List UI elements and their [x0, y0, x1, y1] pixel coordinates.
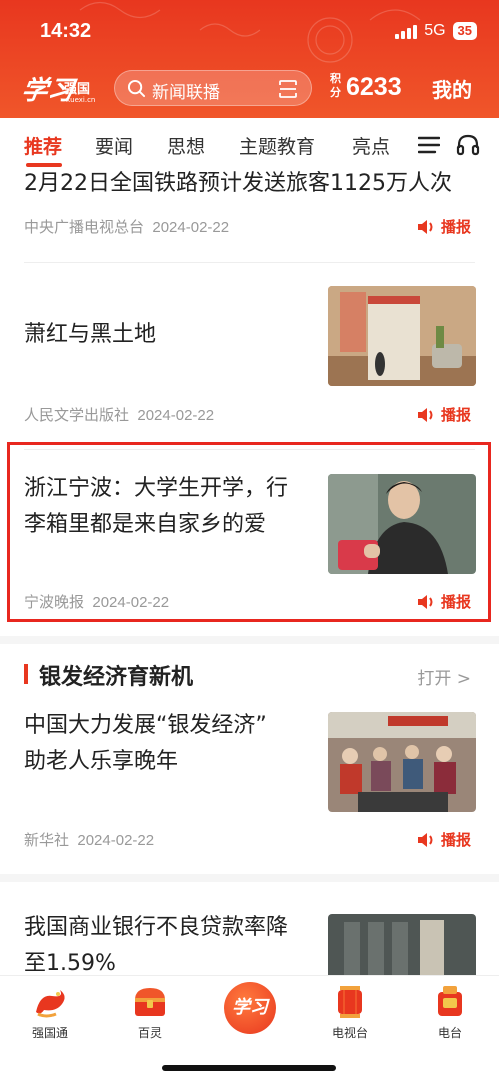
scan-icon[interactable]	[278, 79, 298, 99]
book-cover-image	[328, 286, 476, 386]
home-indicator[interactable]	[162, 1065, 336, 1071]
elderly-photo	[328, 712, 476, 812]
tab-recommend[interactable]: 推荐	[24, 132, 62, 159]
section-open-link[interactable]: 打开 >	[417, 664, 471, 689]
book-cover-thumbnail	[328, 286, 476, 386]
app-header: 14:32 5G 35 学习 强国 xuexi.cn 新闻联播 积分 6233 …	[0, 0, 499, 118]
article-title-line1: 中国大力发展“银发经济”	[24, 713, 267, 738]
section-accent-bar	[24, 664, 28, 684]
section-gap	[0, 874, 499, 882]
nav-label: 电视台	[331, 1026, 368, 1040]
points-value: 6233	[346, 73, 402, 101]
article-source: 新华社	[24, 832, 70, 849]
tab-highlights[interactable]: 亮点	[352, 132, 390, 159]
tab-news[interactable]: 要闻	[95, 132, 133, 159]
speaker-icon	[417, 594, 433, 609]
nav-bailing[interactable]: 百灵	[110, 982, 190, 1040]
article-meta: 宁波晚报 2024-02-22	[24, 591, 169, 612]
article-date: 2024-02-22	[152, 219, 230, 236]
menu-icon[interactable]	[418, 135, 440, 155]
article-title: 2月22日全国铁路预计发送旅客1125万人次	[24, 171, 452, 196]
bank-photo	[328, 914, 476, 975]
logo-sub: xuexi.cn	[66, 96, 96, 104]
tab-theme-education[interactable]: 主题教育	[239, 132, 315, 159]
nav-label: 强国通	[31, 1026, 68, 1040]
section-gap	[0, 636, 499, 644]
speaker-icon	[417, 407, 433, 422]
speaker-icon	[417, 219, 433, 234]
article-date: 2024-02-22	[92, 594, 170, 611]
network-type: 5G	[424, 22, 446, 39]
signal-icon	[395, 23, 418, 39]
article-title-line2: 李箱里都是来自家乡的爱	[24, 512, 267, 537]
student-thumbnail	[328, 474, 476, 574]
category-tabs: 推荐 要闻 思想 主题教育 亮点	[0, 118, 499, 170]
play-label: 播报	[440, 831, 471, 849]
news-feed[interactable]: 2月22日全国铁路预计发送旅客1125万人次 中央广播电视总台 2024-02-…	[0, 170, 499, 975]
xuexi-center-button[interactable]: 学习	[224, 982, 276, 1034]
section-title: 银发经济育新机	[39, 665, 194, 690]
nav-qiangguotong[interactable]: 强国通	[10, 982, 90, 1040]
article-title-line2: 至1.59%	[24, 951, 116, 975]
student-photo	[328, 474, 476, 574]
article-source: 宁波晚报	[24, 594, 85, 611]
mine-button[interactable]: 我的	[432, 74, 472, 103]
points-label: 积分	[330, 72, 341, 99]
article-title-line1: 我国商业银行不良贷款率降	[24, 915, 289, 940]
play-label: 播报	[440, 593, 471, 611]
battery-icon: 35	[452, 22, 477, 40]
status-bar: 14:32 5G 35	[0, 18, 499, 46]
article-meta: 新华社 2024-02-22	[24, 829, 154, 850]
search-bar[interactable]: 新闻联播	[114, 70, 312, 106]
article-meta: 中央广播电视总台 2024-02-22	[24, 216, 229, 237]
divider	[24, 262, 475, 263]
app-logo[interactable]: 学习 强国 xuexi.cn	[20, 70, 96, 107]
play-label: 播报	[440, 406, 471, 424]
logo-name: 强国	[64, 82, 91, 97]
elderly-thumbnail	[328, 712, 476, 812]
active-tab-indicator	[26, 163, 62, 167]
article-title-line2: 助老人乐享晚年	[24, 749, 179, 774]
status-time: 14:32	[40, 20, 92, 42]
article-title-line1: 浙江宁波：大学生开学，行	[24, 476, 289, 501]
search-placeholder: 新闻联播	[152, 83, 220, 103]
article-source: 人民文学出版社	[24, 407, 130, 424]
article-date: 2024-02-22	[137, 407, 215, 424]
headset-icon[interactable]	[456, 134, 480, 156]
treasure-box-icon	[135, 988, 165, 1016]
nav-label: 百灵	[137, 1026, 162, 1040]
search-icon	[127, 79, 146, 98]
play-button[interactable]: 播报	[417, 829, 471, 850]
tab-thought[interactable]: 思想	[167, 132, 205, 159]
radio-icon	[438, 986, 462, 1016]
lantern-icon	[338, 986, 362, 1018]
battery-level: 35	[457, 23, 472, 38]
nav-tv[interactable]: 电视台	[310, 982, 390, 1040]
article-title: 萧红与黑土地	[24, 322, 157, 347]
article-source: 中央广播电视总台	[24, 219, 145, 236]
bank-thumbnail	[328, 914, 476, 975]
xuexi-center-icon: 学习	[232, 997, 268, 1018]
nav-label: 电台	[437, 1026, 462, 1040]
article-date: 2024-02-22	[77, 832, 155, 849]
play-button[interactable]: 播报	[417, 591, 471, 612]
speaker-icon	[417, 832, 433, 847]
play-label: 播报	[440, 218, 471, 236]
play-button[interactable]: 播报	[417, 216, 471, 237]
dragon-icon	[36, 990, 65, 1018]
play-button[interactable]: 播报	[417, 404, 471, 425]
nav-radio[interactable]: 电台	[410, 982, 490, 1040]
article-meta: 人民文学出版社 2024-02-22	[24, 404, 214, 425]
